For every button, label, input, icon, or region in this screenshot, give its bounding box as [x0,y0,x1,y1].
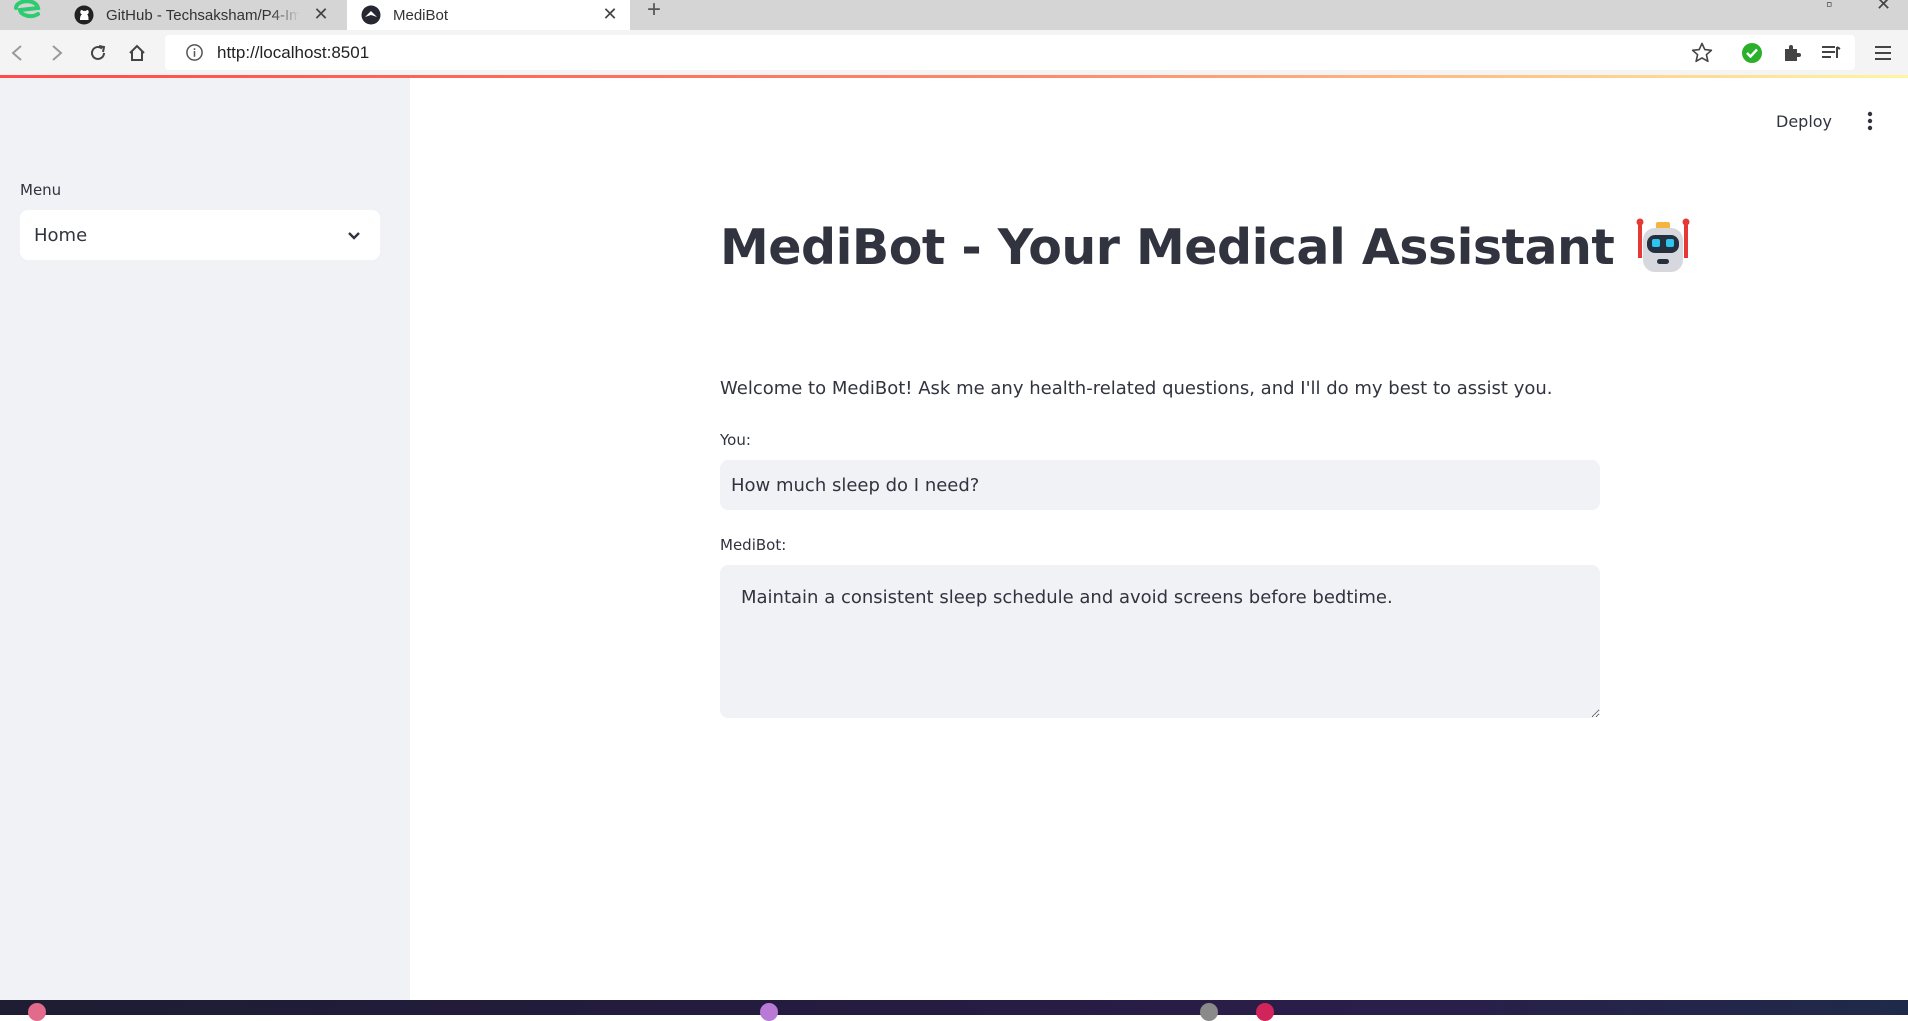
forward-icon[interactable] [42,38,72,68]
home-icon[interactable] [122,38,152,68]
url-text[interactable]: http://localhost:8501 [217,43,369,63]
address-bar[interactable]: http://localhost:8501 [165,35,1855,70]
chevron-down-icon [348,232,360,240]
question-input[interactable] [720,460,1600,510]
browser-menu-icon[interactable] [1868,38,1898,68]
menu-select[interactable]: Home [20,210,380,260]
new-tab-icon[interactable]: + [640,0,668,22]
extension-check-icon[interactable] [1737,38,1767,68]
robot-icon [1636,218,1690,272]
page-title: MediBot - Your Medical Assistant [720,218,1615,276]
streamlit-favicon-icon [361,5,381,25]
browser-toolbar: http://localhost:8501 [0,30,1908,76]
browser-logo-icon [14,0,41,19]
taskbar-app-icon[interactable] [1256,1003,1274,1021]
welcome-text: Welcome to MediBot! Ask me any health-re… [720,378,1553,399]
tab-title: GitHub - Techsaksham/P4-Im [106,6,300,24]
back-icon[interactable] [2,38,32,68]
sidebar: Menu Home [0,78,410,1000]
github-icon [74,5,94,25]
tab-medibot[interactable]: MediBot ✕ [347,0,630,30]
response-textarea[interactable]: Maintain a consistent sleep schedule and… [720,565,1600,718]
site-info-icon[interactable] [185,43,204,62]
bookmark-star-icon[interactable] [1690,41,1714,65]
tab-title: MediBot [393,6,449,24]
you-label: You: [720,431,751,449]
tab-github[interactable]: GitHub - Techsaksham/P4-Im ✕ [60,0,340,30]
taskbar-app-icon[interactable] [28,1003,46,1021]
taskbar-app-icon[interactable] [760,1003,778,1021]
menu-select-value: Home [34,225,88,246]
close-tab-icon[interactable]: ✕ [601,5,619,23]
close-window-icon[interactable]: ✕ [1876,0,1891,15]
restore-window-icon[interactable]: ▫ [1826,0,1832,15]
reload-icon[interactable] [83,38,113,68]
medibot-label: MediBot: [720,536,787,554]
page-header: MediBot - Your Medical Assistant [720,218,1692,276]
close-tab-icon[interactable]: ✕ [312,5,330,23]
reading-list-icon[interactable] [1816,38,1846,68]
extensions-icon[interactable] [1777,38,1807,68]
browser-tabstrip: GitHub - Techsaksham/P4-Im ✕ MediBot ✕ +… [0,0,1908,30]
more-options-icon[interactable] [1862,110,1878,132]
main-content: Deploy MediBot - Your Medical Assistant … [410,78,1908,1000]
taskbar-app-icon[interactable] [1200,1003,1218,1021]
menu-label: Menu [20,181,62,199]
os-taskbar [0,1000,1908,1021]
deploy-button[interactable]: Deploy [1776,108,1832,136]
